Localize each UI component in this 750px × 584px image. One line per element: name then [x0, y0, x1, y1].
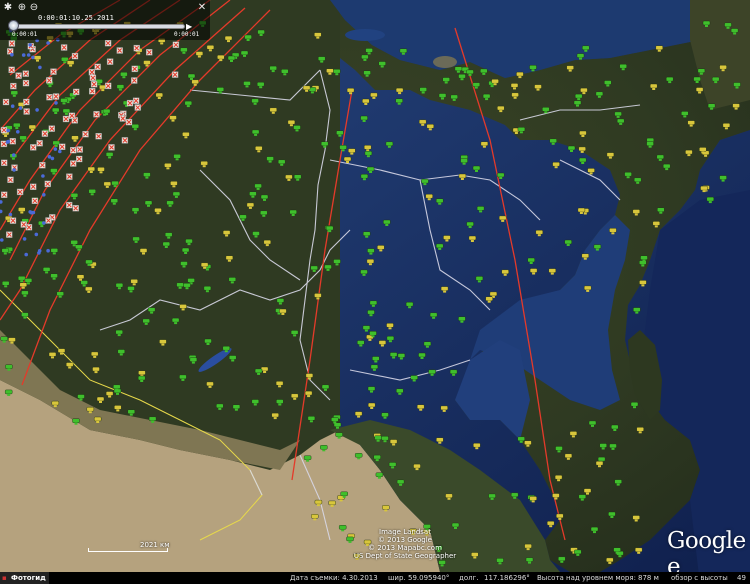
- range-start-label: 0:00:01: [12, 31, 38, 38]
- islands-north: [433, 56, 457, 68]
- elevation-label: Высота над уровнем моря:: [537, 574, 636, 582]
- scale-label: 2021 км: [140, 541, 170, 549]
- eye-altitude-value: 49: [737, 574, 746, 582]
- zoom-in-icon[interactable]: ⊕: [16, 2, 28, 14]
- credit-line: © 2013 Google: [378, 536, 432, 544]
- latitude-value: 59.095940°: [408, 574, 450, 582]
- current-time-label: 0:00:01:10.25.2011: [38, 14, 114, 22]
- settings-icon[interactable]: ✱: [2, 2, 14, 14]
- range-end-label: 0:00:01: [174, 31, 200, 38]
- credit-line: Image Landsat: [379, 528, 431, 536]
- eye-altitude-label: обзор с высоты: [671, 574, 728, 582]
- imagery-date: Дата съемки: 4.30.2013: [290, 574, 378, 582]
- credit-line: US Dept of State Geographer: [353, 552, 457, 560]
- map-view[interactable]: [0, 0, 750, 584]
- longitude-value: 117.186296°: [484, 574, 530, 582]
- slider-end-icon[interactable]: ▶: [186, 22, 196, 31]
- map-credits: Image Landsat © 2013 Google © 2013 Mapab…: [330, 528, 480, 560]
- elevation-value: 878 м: [638, 574, 659, 582]
- time-slider-track[interactable]: [12, 24, 185, 29]
- lake-north: [345, 29, 385, 41]
- close-icon[interactable]: ✕: [196, 2, 208, 14]
- longitude-label: долг.: [459, 574, 479, 582]
- latitude-label: шир.: [388, 574, 406, 582]
- credit-line: © 2013 Mapabc.com: [368, 544, 442, 552]
- photo-guide-tab[interactable]: Фотогид: [0, 572, 49, 584]
- time-slider-panel: ✱ ⊕ ⊖ ✕ 0:00:01:10.25.2011 ▶ 0:00:01 0:0…: [0, 0, 210, 40]
- zoom-out-icon[interactable]: ⊖: [28, 2, 40, 14]
- status-bar: Фотогид Дата съемки: 4.30.2013 шир. 59.0…: [0, 572, 750, 584]
- time-slider-handle[interactable]: [8, 20, 19, 31]
